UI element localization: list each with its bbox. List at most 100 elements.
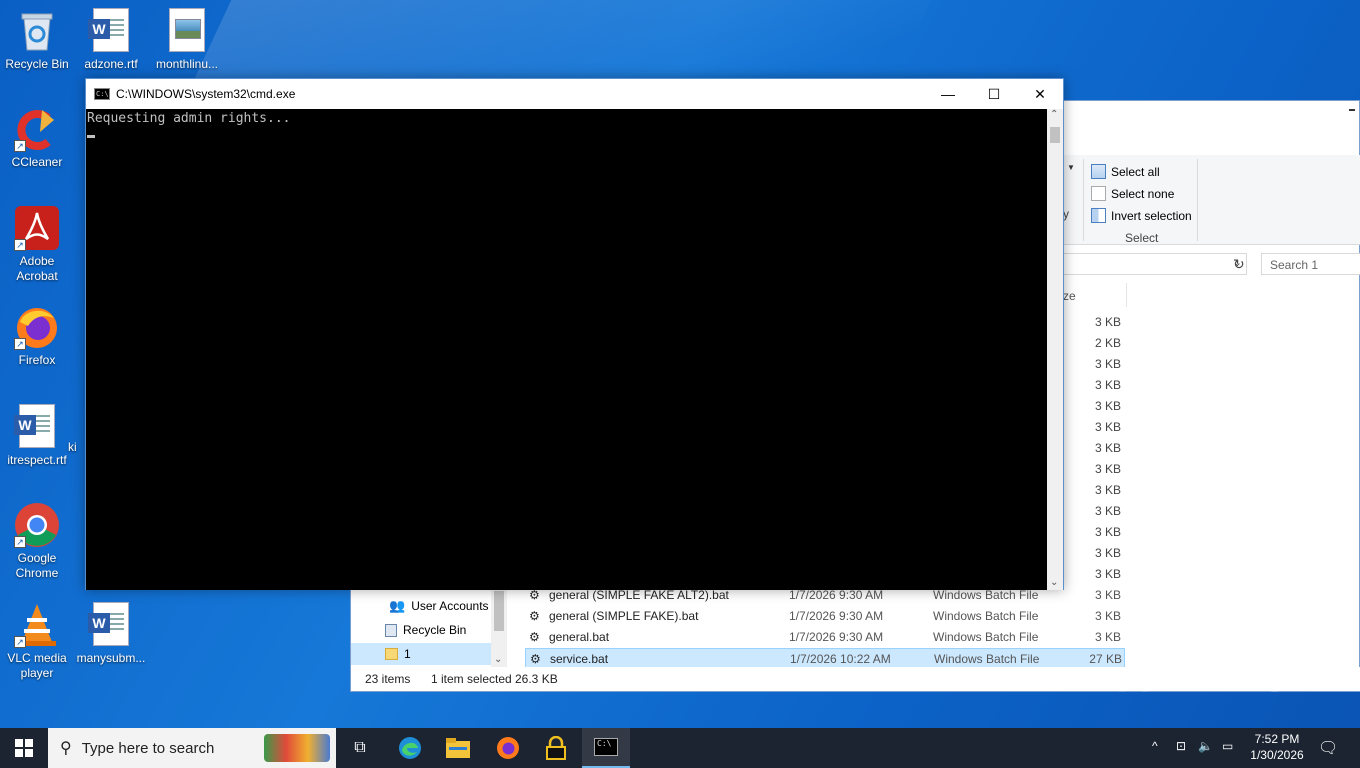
close-button[interactable]: ✕ (1017, 79, 1063, 109)
close-icon: ✕ (1034, 86, 1046, 102)
refresh-icon[interactable]: ↻ (1233, 256, 1245, 273)
edge-icon (399, 737, 421, 759)
desktop-icon-adobe-acrobat[interactable]: ↗ Adobe Acrobat (0, 205, 74, 284)
column-divider (1126, 283, 1127, 307)
batch-file-icon: ⚙ (529, 588, 540, 602)
ribbon-divider (1083, 159, 1084, 241)
desktop-icon-label: VLC media player (7, 651, 67, 680)
ribbon-divider (1197, 159, 1198, 241)
table-row[interactable]: ⚙ general.bat 1/7/2026 9:30 AM Windows B… (525, 627, 1125, 648)
desktop-icon-label: Recycle Bin (5, 57, 69, 71)
scroll-up-icon[interactable]: ⌃ (1050, 109, 1058, 120)
status-selected-count: 1 item selected (431, 672, 512, 686)
word-doc-icon: W (88, 8, 134, 54)
task-view-button[interactable]: ⧉ (336, 728, 384, 768)
nav-item-user-accounts[interactable]: 👥 User Accounts (389, 595, 529, 617)
recycle-bin-icon (14, 8, 60, 54)
invert-selection-button[interactable]: Invert selection (1091, 208, 1192, 223)
table-row-selected[interactable]: ⚙ service.bat 1/7/2026 10:22 AM Windows … (525, 648, 1125, 669)
status-selected-size: 26.3 KB (515, 672, 558, 686)
desktop-icon-ccleaner[interactable]: ↗ CCleaner (0, 106, 74, 170)
nav-scrollbar[interactable]: ⌄ (491, 589, 507, 667)
search-input[interactable]: Search 1 (1261, 253, 1360, 275)
batch-file-icon: ⚙ (529, 630, 540, 644)
taskbar-firefox[interactable] (484, 728, 532, 768)
notification-icon[interactable]: 🗨 (1318, 738, 1338, 758)
display-icon[interactable]: ▭ (1222, 739, 1233, 753)
batch-file-icon: ⚙ (529, 609, 540, 623)
taskbar-cmd[interactable]: C:\ (582, 728, 630, 768)
cmd-title-bar[interactable]: C:\ C:\WINDOWS\system32\cmd.exe (86, 79, 1063, 109)
ribbon-dropdown-arrow[interactable]: ▼ (1067, 163, 1075, 172)
desktop-icon-label: itrespect.rtf (7, 453, 67, 467)
desktop-icon-label: monthlinu... (155, 57, 219, 71)
ccleaner-icon: ↗ (14, 106, 60, 152)
scrollbar-thumb[interactable] (494, 591, 504, 631)
firefox-icon (497, 737, 519, 759)
taskbar-edge[interactable] (386, 728, 434, 768)
start-button[interactable] (0, 728, 48, 768)
taskbar: ⚲ Type here to search ⧉ C:\ ^ ⊡ 🔈 ▭ 7:52… (0, 728, 1360, 768)
minimize-button[interactable]: — (925, 79, 971, 109)
clock-date: 1/30/2026 (1250, 748, 1304, 762)
taskbar-file-explorer[interactable] (434, 728, 482, 768)
word-doc-icon: W (14, 404, 60, 450)
task-view-icon: ⧉ (354, 739, 366, 756)
desktop-icon-label: manysubm... (76, 651, 146, 665)
desktop-icon-recycle-bin[interactable]: Recycle Bin (0, 8, 74, 72)
console-scrollbar[interactable]: ⌃ ⌄ (1047, 109, 1063, 590)
select-none-button[interactable]: Select none (1091, 186, 1174, 201)
maximize-icon: ☐ (987, 86, 1001, 102)
desktop-icon-vlc[interactable]: ↗ VLC media player (0, 602, 74, 681)
file-explorer-icon (446, 738, 470, 758)
minimize-icon: — (941, 86, 955, 102)
explorer-close-hint (1349, 109, 1355, 111)
vlc-icon: ↗ (14, 602, 60, 648)
ribbon-group-label-select: Select (1125, 231, 1159, 245)
recycle-bin-icon (385, 623, 397, 637)
cmd-icon: C:\ (594, 738, 618, 756)
user-accounts-icon: 👥 (389, 598, 406, 613)
windows-logo-icon (15, 739, 33, 757)
word-doc-icon: W (88, 602, 134, 648)
column-header-size[interactable]: ze (1063, 289, 1076, 303)
firefox-icon: ↗ (14, 304, 60, 350)
nav-item-folder-1[interactable]: 1 (351, 643, 491, 665)
watermark: ANY RUN (1118, 652, 1325, 701)
address-bar[interactable]: ⌄ (1063, 253, 1247, 275)
desktop-icon-label: Firefox (18, 353, 56, 367)
clock[interactable]: 7:52 PM 1/30/2026 (1248, 732, 1306, 762)
tray-overflow-icon[interactable]: ^ (1152, 739, 1158, 753)
select-none-icon (1091, 186, 1106, 201)
cmd-window[interactable]: C:\ C:\WINDOWS\system32\cmd.exe — ☐ ✕ Re… (85, 78, 1064, 590)
taskbar-search-box[interactable]: ⚲ Type here to search (48, 728, 336, 768)
desktop-icon-google-chrome[interactable]: ↗ Google Chrome (0, 502, 74, 581)
status-item-count: 23 items (365, 672, 411, 686)
table-row[interactable]: ⚙ general (SIMPLE FAKE).bat 1/7/2026 9:3… (525, 606, 1125, 627)
scrollbar-thumb[interactable] (1050, 127, 1060, 143)
volume-icon[interactable]: 🔈 (1198, 739, 1213, 753)
taskbar-lock-app[interactable] (532, 728, 580, 768)
desktop-icon-label: Adobe Acrobat (16, 254, 58, 283)
maximize-button[interactable]: ☐ (971, 79, 1017, 109)
desktop-icon-itrespect[interactable]: W itrespect.rtf (0, 404, 74, 468)
search-icon: ⚲ (60, 740, 72, 757)
select-all-button[interactable]: Select all (1091, 164, 1160, 179)
image-file-icon (164, 8, 210, 54)
select-all-icon (1091, 164, 1106, 179)
network-icon[interactable]: ⊡ (1176, 739, 1186, 753)
lock-app-icon (546, 736, 566, 760)
clock-time: 7:52 PM (1254, 732, 1300, 746)
scroll-down-icon[interactable]: ⌄ (1050, 577, 1058, 588)
invert-selection-icon (1091, 208, 1106, 223)
folder-icon (385, 648, 398, 660)
desktop-icon-adzone[interactable]: W adzone.rtf (74, 8, 148, 72)
desktop-icon-manysubm[interactable]: W manysubm... (74, 602, 148, 666)
console-line: Requesting admin rights... (87, 111, 291, 126)
desktop-icon-monthlinu[interactable]: monthlinu... (150, 8, 224, 72)
console-output[interactable]: Requesting admin rights... (86, 109, 1048, 590)
desktop-icon-firefox[interactable]: ↗ Firefox (0, 304, 74, 368)
search-highlight-icon (264, 734, 330, 762)
scroll-down-icon[interactable]: ⌄ (494, 654, 502, 665)
navigation-pane: 👥 User Accounts Recycle Bin 1 (351, 591, 509, 667)
